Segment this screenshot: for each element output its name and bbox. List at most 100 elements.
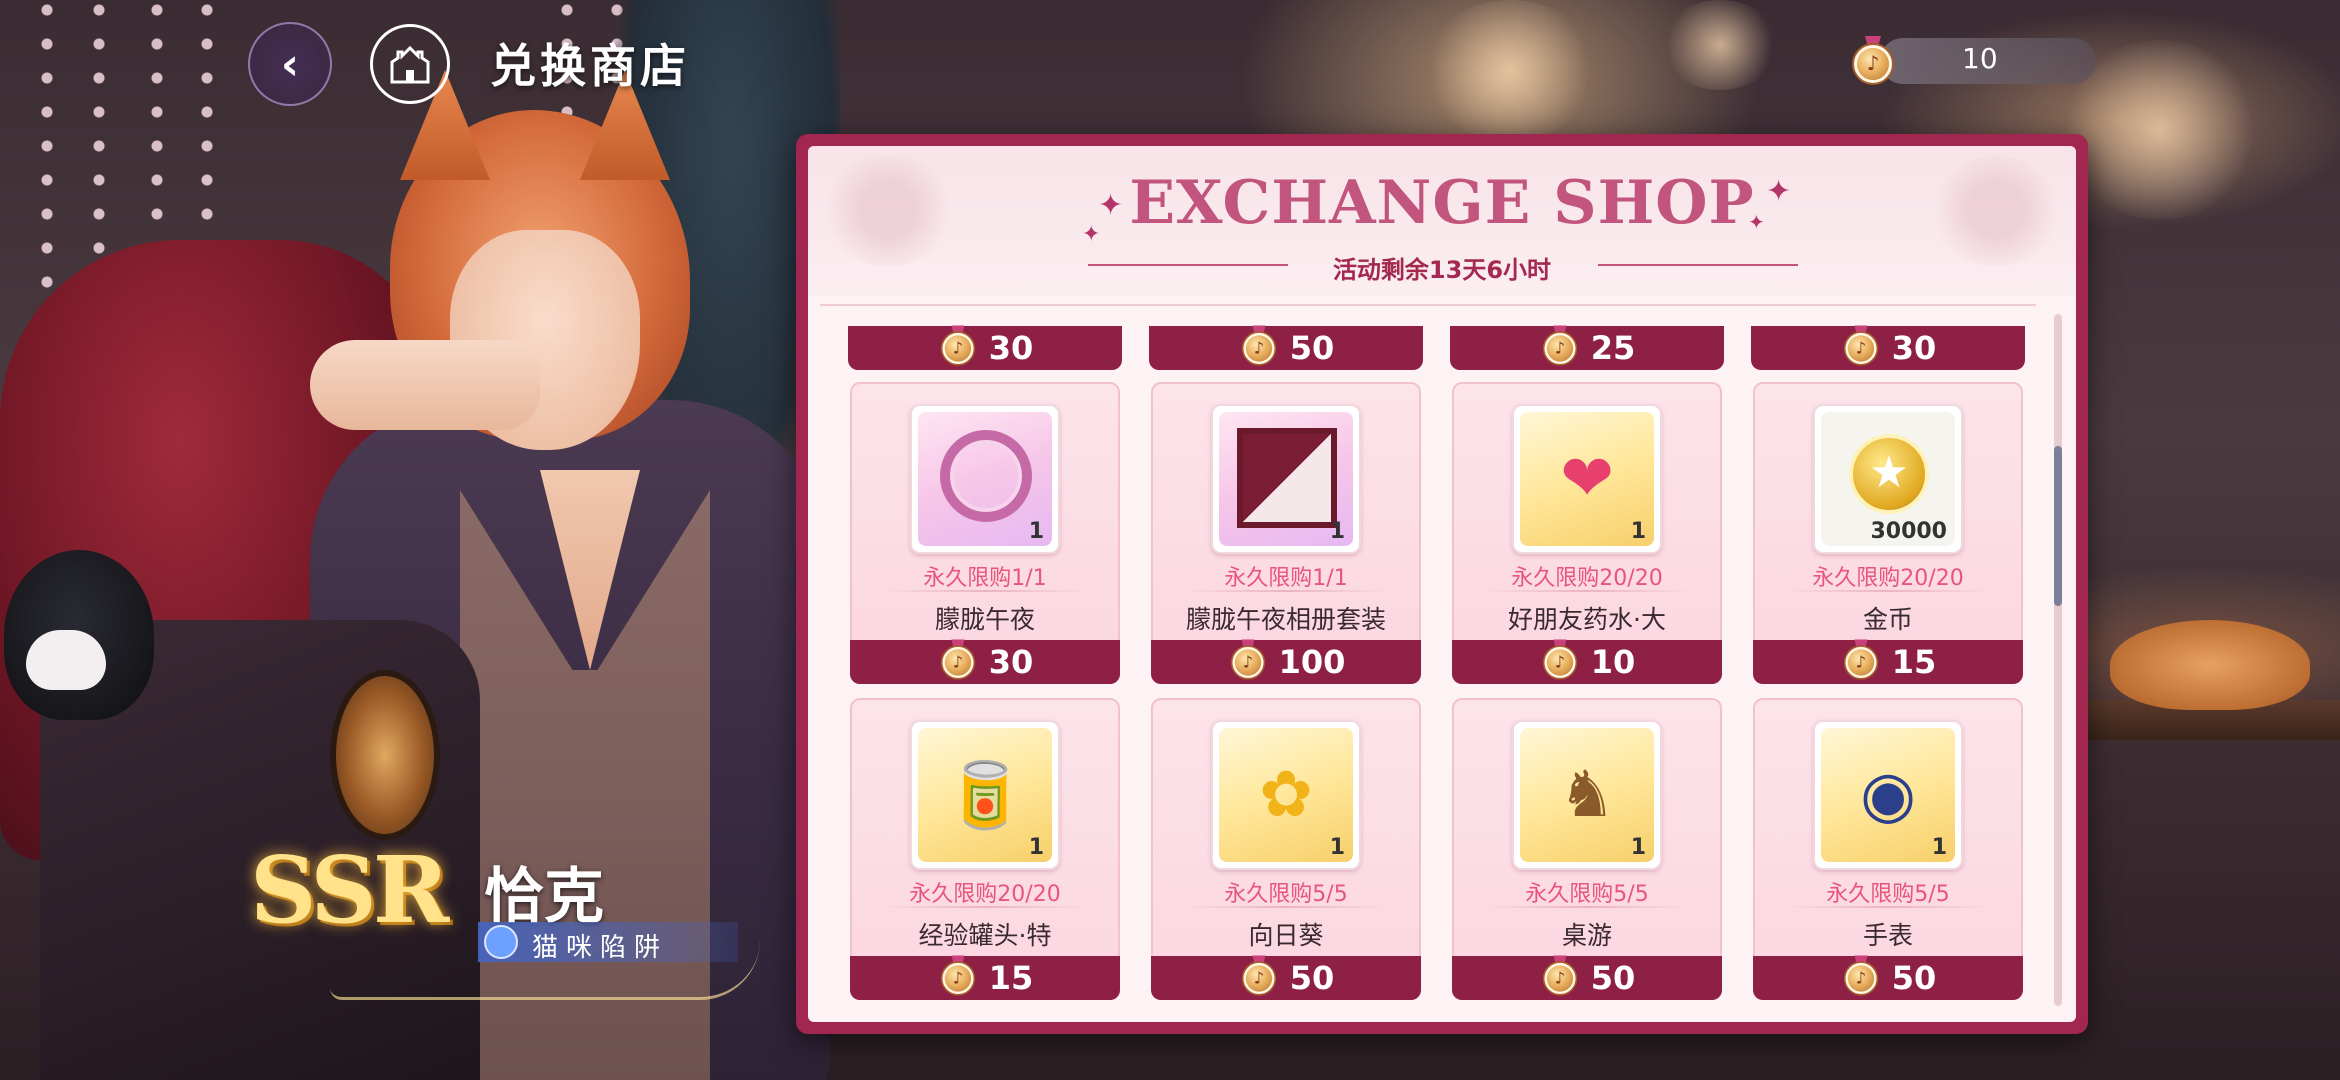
item-name: 经验罐头·特: [918, 921, 1052, 950]
scrollbar-thumb[interactable]: [2054, 446, 2062, 606]
event-timer: 活动剩余13天6小时: [1332, 256, 1552, 284]
exchange-medal-icon: [1543, 325, 1577, 367]
price-bar: 30: [848, 325, 1122, 370]
item-frame: ★ 30000: [1813, 404, 1963, 554]
exchange-medal-icon: [1852, 36, 1894, 90]
item-quantity: 30000: [1870, 519, 1947, 544]
castle-icon: [390, 45, 430, 84]
item-price: 15: [988, 959, 1034, 997]
item-card[interactable]: ❤ 1 永久限购20/20 好朋友药水·大 10: [1452, 382, 1722, 684]
divider: [1785, 906, 1991, 908]
shop-header: EXCHANGE SHOP ✦ ✦ ✦ ✦ 活动剩余13天6小时: [808, 146, 2076, 296]
page-title: 兑换商店: [490, 39, 690, 93]
exchange-medal-icon: [941, 955, 975, 997]
item-price: 30: [988, 329, 1034, 367]
item-card-partial[interactable]: 30: [848, 310, 1122, 370]
price-bar: 30: [850, 639, 1120, 684]
home-button[interactable]: [370, 24, 450, 104]
exchange-medal-icon: [1242, 955, 1276, 997]
item-card[interactable]: 1 永久限购1/1 朦胧午夜 30: [850, 382, 1120, 684]
price-bar: 15: [1753, 639, 2023, 684]
item-frame: 1: [910, 404, 1060, 554]
exchange-medal-icon: [1543, 955, 1577, 997]
price-bar: 50: [1452, 955, 1722, 1000]
purchase-limit: 永久限购1/1: [1224, 566, 1348, 591]
header-divider: [820, 304, 2036, 306]
item-card[interactable]: 1 永久限购1/1 朦胧午夜相册套装 100: [1151, 382, 1421, 684]
item-price: 50: [1289, 329, 1335, 367]
item-card[interactable]: 🥫 1 永久限购20/20 经验罐头·特 15: [850, 698, 1120, 1000]
price-bar: 30: [1751, 325, 2025, 370]
exchange-medal-icon: [1242, 325, 1276, 367]
purchase-limit: 永久限购5/5: [1826, 882, 1950, 907]
item-price: 100: [1278, 643, 1346, 681]
exchange-medal-icon: [1543, 639, 1577, 681]
divider: [882, 906, 1088, 908]
item-price: 25: [1590, 329, 1636, 367]
sleeping-cat: [2110, 620, 2310, 710]
scrollbar-track[interactable]: [2054, 314, 2062, 1006]
sparkle-icon: ✦: [1082, 222, 1101, 247]
purchase-limit: 永久限购5/5: [1224, 882, 1348, 907]
purchase-limit: 永久限购1/1: [923, 566, 1047, 591]
purchase-limit: 永久限购20/20: [1511, 566, 1663, 591]
price-bar: 50: [1149, 325, 1423, 370]
item-name: 金币: [1862, 605, 1913, 634]
item-name: 朦胧午夜相册套装: [1185, 605, 1386, 634]
item-price: 50: [1891, 959, 1937, 997]
item-frame: ♞ 1: [1512, 720, 1662, 870]
item-frame: 1: [1211, 404, 1361, 554]
character-hand: [310, 340, 540, 430]
item-card-partial[interactable]: 30: [1751, 310, 2025, 370]
item-quantity: 1: [1028, 519, 1044, 544]
purchase-limit: 永久限购20/20: [909, 882, 1061, 907]
item-frame: ❤ 1: [1512, 404, 1662, 554]
shop-title: EXCHANGE SHOP: [1129, 168, 1755, 238]
item-name: 向日葵: [1248, 921, 1324, 950]
price-bar: 10: [1452, 639, 1722, 684]
paw-icon: [484, 925, 518, 959]
item-price: 50: [1590, 959, 1636, 997]
character-title: 猫咪陷阱: [532, 933, 669, 963]
item-grid[interactable]: 30 50 25 30: [808, 310, 2076, 1022]
item-quantity: 1: [1028, 835, 1044, 860]
exchange-medal-icon: [941, 325, 975, 367]
sparkle-icon: ✦: [1748, 210, 1765, 234]
divider: [1183, 590, 1389, 592]
back-button[interactable]: ‹: [248, 22, 332, 106]
item-card[interactable]: ★ 30000 永久限购20/20 金币 15: [1753, 382, 2023, 684]
exchange-medal-icon: [941, 639, 975, 681]
back-arrow-icon: ‹: [280, 38, 300, 90]
exchange-shop-panel: EXCHANGE SHOP ✦ ✦ ✦ ✦ 活动剩余13天6小时 30 50: [796, 134, 2088, 1034]
item-card-partial[interactable]: 50: [1149, 310, 1423, 370]
item-card[interactable]: ◉ 1 永久限购5/5 手表 50: [1753, 698, 2023, 1000]
item-card[interactable]: ♞ 1 永久限购5/5 桌游 50: [1452, 698, 1722, 1000]
item-name: 好朋友药水·大: [1508, 605, 1666, 634]
rarity-badge: SSR: [250, 836, 449, 944]
exchange-medal-icon: [1844, 955, 1878, 997]
bead-curtain: [200, 0, 214, 260]
item-quantity: 1: [1931, 835, 1947, 860]
cat-face: [26, 630, 106, 690]
item-price: 30: [988, 643, 1034, 681]
item-card[interactable]: ✿ 1 永久限购5/5 向日葵 50: [1151, 698, 1421, 1000]
currency-amount: 10: [1962, 42, 1998, 75]
divider: [1183, 906, 1389, 908]
armchair-medallion: [330, 670, 440, 840]
exchange-medal-icon: [1844, 639, 1878, 681]
item-card-partial[interactable]: 25: [1450, 310, 1724, 370]
sparkle-icon: ✦: [1098, 188, 1124, 223]
lamp-glow: [1660, 0, 1780, 90]
price-bar: 50: [1753, 955, 2023, 1000]
divider: [1484, 590, 1690, 592]
item-name: 朦胧午夜: [934, 605, 1035, 634]
divider: [1484, 906, 1690, 908]
shop-inner: EXCHANGE SHOP ✦ ✦ ✦ ✦ 活动剩余13天6小时 30 50: [808, 146, 2076, 1022]
lamp-glow: [1420, 0, 1600, 140]
divider: [1785, 590, 1991, 592]
item-quantity: 1: [1329, 519, 1345, 544]
divider: [882, 590, 1088, 592]
price-bar: 15: [850, 955, 1120, 1000]
item-frame: ✿ 1: [1211, 720, 1361, 870]
item-quantity: 1: [1630, 519, 1646, 544]
